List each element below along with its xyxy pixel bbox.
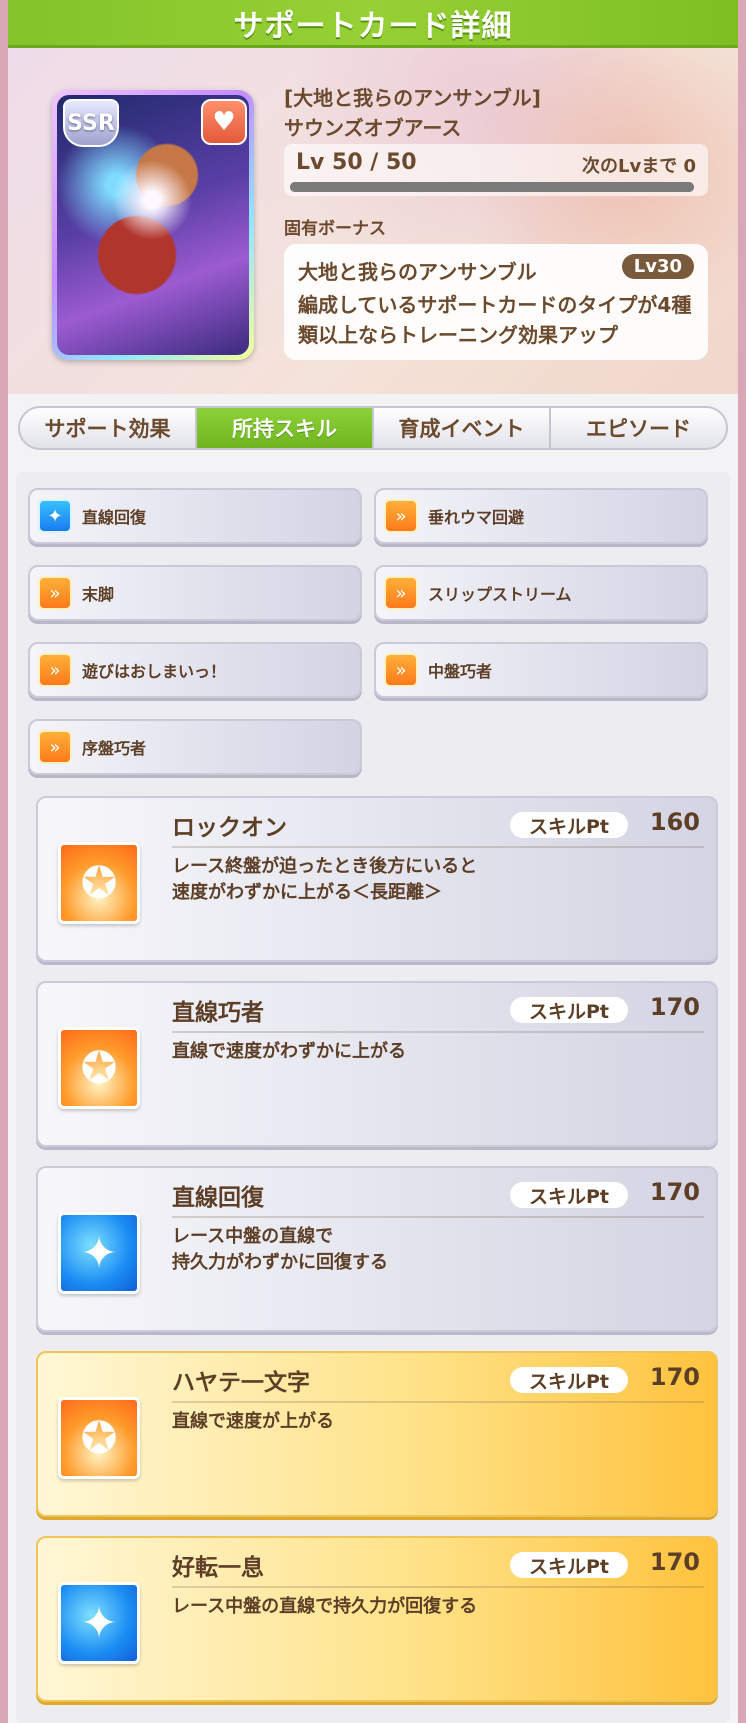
hint-skill-label: 遊びはおしまいっ！ [82,662,227,681]
skill-name: ロックオン [172,815,287,841]
card-illustration: SSR ♥ [57,95,249,355]
hint-skill-chip[interactable]: » スリップストリーム [374,565,708,621]
blue-sparkle-icon: ✦ [38,499,72,533]
divider [172,1216,704,1218]
skill-detail-card[interactable]: ✪ 直線巧者 スキルPt 170 直線で速度がわずかに上がる [36,981,718,1147]
tab-bar: サポート効果 所持スキル 育成イベント エピソード [18,406,728,450]
skill-description: 直線で速度がわずかに上がる [172,1041,406,1062]
skill-description: レース中盤の直線で 持久力がわずかに回復する [172,1226,388,1273]
tab-training-events[interactable]: 育成イベント [374,408,551,448]
title-bar: サポートカード詳細 [8,0,738,48]
skill-pt-label: スキルPt [510,812,628,838]
divider [172,1401,704,1403]
next-level-text: 次のLvまで 0 [582,156,696,177]
hint-skill-chip[interactable]: » 序盤巧者 [28,719,362,775]
skill-list-panel: ✦ 直線回復 » 垂れウマ回避 » 末脚 » スリップストリーム » 遊びはおし… [16,472,730,1723]
skill-description: レース中盤の直線で持久力が回復する [172,1596,478,1617]
skill-name: 直線回復 [172,1185,264,1211]
orange-runner-icon: ✪ [58,1397,140,1479]
skill-pt-value: 170 [649,1178,700,1206]
orange-runner-icon: » [38,653,72,687]
skill-description: 直線で速度が上がる [172,1411,334,1432]
hint-skill-label: スリップストリーム [428,585,572,604]
level-progress-fill [290,182,694,192]
hint-skill-label: 中盤巧者 [428,662,493,681]
hint-skill-chip[interactable]: ✦ 直線回復 [28,488,362,544]
page-title: サポートカード詳細 [233,8,513,44]
skill-pt-value: 170 [649,1548,700,1576]
tab-owned-skills[interactable]: 所持スキル [197,408,374,448]
level-text: Lv 50 / 50 [296,150,417,175]
skill-pt-value: 170 [649,993,700,1021]
card-header: SSR ♥ [大地と我らのアンサンブル] サウンズオブアース Lv 50 / 5… [8,48,738,394]
card-title: [大地と我らのアンサンブル] [284,86,541,110]
gold-skill-detail-card[interactable]: ✦ 好転一息 スキルPt 170 レース中盤の直線で持久力が回復する [36,1536,718,1702]
hint-skill-chip[interactable]: » 中盤巧者 [374,642,708,698]
heart-icon[interactable]: ♥ [201,99,247,145]
divider [172,1031,704,1033]
card-name: サウンズオブアース [284,116,462,140]
skill-pt-label: スキルPt [510,1552,628,1578]
orange-runner-icon: » [384,499,418,533]
hint-skill-chip[interactable]: » 遊びはおしまいっ！ [28,642,362,698]
blue-sparkle-icon: ✦ [58,1212,140,1294]
skill-name: 直線巧者 [172,1000,264,1026]
hint-skill-label: 垂れウマ回避 [428,508,525,527]
skill-name: 好転一息 [172,1555,264,1581]
orange-runner-icon: » [384,576,418,610]
orange-runner-icon: ✪ [58,842,140,924]
skill-detail-card[interactable]: ✦ 直線回復 スキルPt 170 レース中盤の直線で 持久力がわずかに回復する [36,1166,718,1332]
divider [172,1586,704,1588]
hint-skill-label: 直線回復 [82,508,147,527]
skill-pt-label: スキルPt [510,1367,628,1393]
orange-runner-icon: ✪ [58,1027,140,1109]
unique-bonus-label: 固有ボーナス [284,219,386,239]
bonus-description: 編成しているサポートカードのタイプが4種類以上ならトレーニング効果アップ [298,293,692,347]
level-box: Lv 50 / 50 次のLvまで 0 [284,144,708,196]
skill-detail-card[interactable]: ✪ ロックオン スキルPt 160 レース終盤が迫ったとき後方にいると 速度がわ… [36,796,718,962]
orange-runner-icon: » [38,576,72,610]
level-progress-bar [290,182,694,192]
divider [172,846,704,848]
skill-pt-label: スキルPt [510,1182,628,1208]
skill-pt-value: 170 [649,1363,700,1391]
gold-skill-detail-card[interactable]: ✪ ハヤテ一文字 スキルPt 170 直線で速度が上がる [36,1351,718,1517]
rarity-badge: SSR [63,99,119,147]
hint-skill-label: 序盤巧者 [82,739,147,758]
hint-skill-chip[interactable]: » 末脚 [28,565,362,621]
skill-name: ハヤテ一文字 [172,1370,310,1396]
skill-pt-label: スキルPt [510,997,628,1023]
hint-skill-chip[interactable]: » 垂れウマ回避 [374,488,708,544]
skill-pt-value: 160 [649,808,700,836]
tab-support-effect[interactable]: サポート効果 [20,408,197,448]
bonus-level-badge: Lv30 [621,254,694,279]
tab-episode[interactable]: エピソード [551,408,726,448]
skill-description: レース終盤が迫ったとき後方にいると 速度がわずかに上がる＜長距離＞ [172,856,478,903]
support-card-image[interactable]: SSR ♥ [52,90,254,360]
orange-runner-icon: » [384,653,418,687]
hint-skill-label: 末脚 [82,585,115,604]
screen: サポートカード詳細 SSR ♥ [大地と我らのアンサンブル] サウンズオブアース… [8,0,738,1723]
blue-sparkle-icon: ✦ [58,1582,140,1664]
bonus-name: 大地と我らのアンサンブル [298,260,537,284]
unique-bonus-box: 大地と我らのアンサンブル Lv30 編成しているサポートカードのタイプが4種類以… [284,244,708,360]
orange-runner-icon: » [38,730,72,764]
